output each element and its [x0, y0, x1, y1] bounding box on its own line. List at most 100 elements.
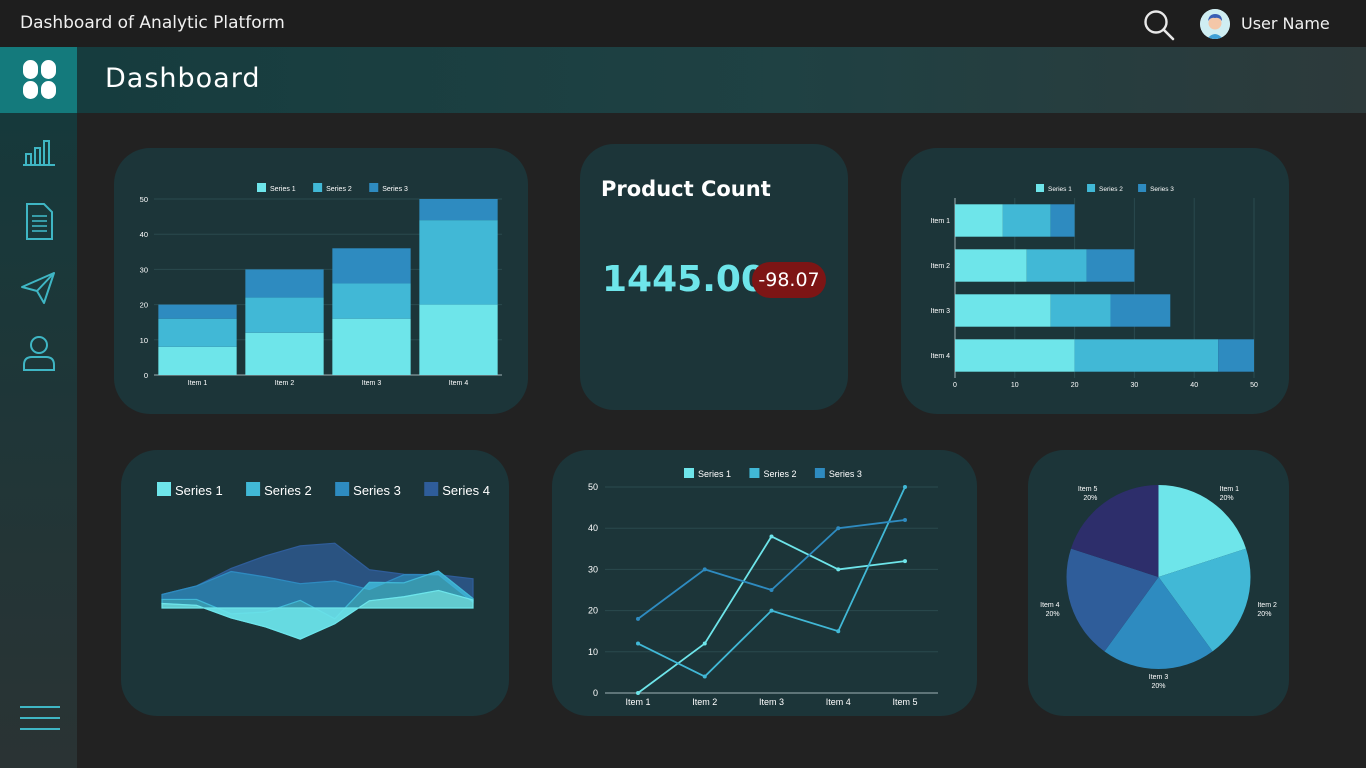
horizontal-bar-chart-card: Series 1 Series 2 Series 3 0 10 20 30 40 50 Item … [901, 148, 1289, 414]
y-tick-label: 30 [140, 265, 148, 274]
legend-label: Series 2 [326, 186, 352, 193]
x-tick-label: Item 1 [188, 380, 208, 387]
x-tick-label: Item 4 [449, 380, 469, 387]
pie-chart-card: Item 1 20% Item 2 20% Item 3 20% Item 4 20% Item… [1028, 450, 1289, 716]
send-icon[interactable] [20, 269, 58, 307]
legend-label: Series 2 [763, 469, 796, 479]
pie-chart: Item 1 20% Item 2 20% Item 3 20% Item 4 20% Item… [1040, 485, 1277, 690]
document-icon[interactable] [20, 202, 58, 240]
change-badge: -98.07 [752, 262, 826, 298]
bar-segment [332, 318, 411, 375]
x-tick-label: 30 [1131, 382, 1139, 389]
x-tick-label: 50 [1250, 382, 1258, 389]
user-icon[interactable] [20, 334, 58, 372]
bar-segment [158, 304, 237, 319]
y-tick-label: 0 [144, 371, 148, 380]
line-chart-card: Series 1 Series 2 Series 3 0 10 20 30 40 50 Item … [552, 450, 977, 716]
bar-segment [1086, 249, 1135, 282]
line-point [836, 629, 841, 634]
y-tick-label: Item 3 [931, 308, 951, 315]
line-point [702, 674, 707, 679]
x-tick-label: Item 5 [892, 697, 917, 707]
bar-segment [245, 332, 324, 375]
legend-label: Series 3 [353, 483, 401, 498]
legend-label: Series 3 [1150, 186, 1174, 193]
legend-swatch [814, 468, 825, 478]
area-chart-card: Series 1 Series 2 Series 3 Series 4 [121, 450, 509, 716]
bar-segment [1002, 204, 1051, 237]
stacked-bar-chart-card: Series 1 Series 2 Series 3 0 10 20 30 40 50 Item … [114, 148, 528, 414]
y-tick-label: Item 1 [931, 218, 951, 225]
pie-percent: 20% [1046, 611, 1060, 618]
pie-percent: 20% [1083, 495, 1097, 502]
legend-swatch [335, 482, 350, 496]
pie-label: Item 4 [1040, 602, 1060, 609]
legend-swatch [157, 482, 171, 496]
x-tick-label: 20 [1071, 382, 1079, 389]
bar-segment [332, 283, 411, 319]
pie-label: Item 2 [1257, 602, 1277, 609]
y-tick-label: 20 [588, 606, 598, 616]
bar-segment [419, 220, 498, 305]
y-tick-label: 50 [140, 195, 148, 204]
bar-segment [1026, 249, 1087, 282]
x-tick-label: 40 [1190, 382, 1198, 389]
legend-swatch [749, 468, 760, 478]
line-series [637, 535, 906, 694]
legend-label: Series 1 [175, 483, 223, 498]
y-tick-label: Item 4 [931, 353, 951, 360]
legend-swatch [369, 183, 379, 192]
bar-segment [955, 339, 1075, 372]
legend-swatch [424, 482, 439, 496]
y-tick-label: 20 [140, 301, 148, 310]
line-series [637, 486, 906, 678]
bar-segment [955, 204, 1003, 237]
area-chart: Series 1 Series 2 Series 3 Series 4 [157, 482, 490, 640]
bar-segment [419, 199, 498, 221]
page-title: Dashboard [105, 63, 261, 94]
stacked-bar-chart: Series 1 Series 2 Series 3 0 10 20 30 40 50 Item … [140, 183, 502, 387]
avatar[interactable] [1200, 9, 1230, 39]
bar-segment [245, 269, 324, 298]
apps-grid-icon [23, 60, 56, 99]
legend-label: Series 2 [264, 483, 312, 498]
pie-label: Item 1 [1220, 486, 1240, 493]
legend-label: Series 1 [270, 186, 296, 193]
app-title: Dashboard of Analytic Platform [20, 13, 285, 33]
y-tick-label: 0 [593, 688, 598, 698]
bar-segment [1074, 339, 1219, 372]
bar-chart-icon[interactable] [20, 135, 58, 173]
line-point [636, 616, 640, 621]
user-name[interactable]: User Name [1241, 14, 1330, 33]
line-point [836, 567, 841, 572]
line-point [769, 608, 774, 613]
legend-swatch [257, 183, 266, 192]
line-point [769, 534, 774, 539]
pie-label: Item 5 [1078, 486, 1098, 493]
legend-swatch [684, 468, 694, 478]
search-icon[interactable] [1142, 8, 1176, 42]
bar-segment [158, 318, 237, 347]
y-tick-label: 10 [140, 336, 148, 345]
legend-swatch [246, 482, 261, 496]
legend-swatch [313, 183, 323, 192]
line-point [702, 567, 707, 572]
menu-icon[interactable] [19, 701, 61, 735]
legend-label: Series 2 [1099, 186, 1123, 193]
product-count-card: Product Count 1445.00 -98.07 [580, 144, 848, 410]
x-tick-label: Item 2 [692, 697, 717, 707]
bar-segment [1050, 204, 1075, 237]
y-tick-label: Item 2 [931, 263, 951, 270]
product-count-value: 1445.00 [602, 259, 766, 300]
product-count-title: Product Count [601, 177, 771, 201]
x-tick-label: Item 4 [826, 697, 851, 707]
line-point [836, 526, 841, 531]
x-tick-label: Item 2 [275, 380, 295, 387]
x-tick-label: Item 1 [625, 697, 650, 707]
legend-label: Series 1 [1048, 186, 1072, 193]
app-logo[interactable] [0, 47, 77, 113]
line-point [903, 559, 907, 564]
bar-segment [955, 294, 1051, 327]
avatar-icon [1200, 9, 1230, 39]
line-point [903, 517, 907, 522]
